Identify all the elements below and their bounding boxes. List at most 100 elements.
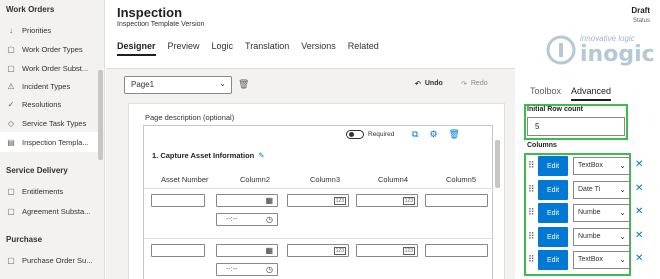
remove-column-icon[interactable]: ✕ — [635, 230, 643, 241]
sidebar-item-entitlements[interactable]: ▢ Entitlements — [0, 181, 100, 201]
text-input[interactable] — [425, 194, 488, 207]
sidebar-item-service-task-types[interactable]: ◇ Service Task Types — [0, 113, 100, 133]
sidebar-group-work-orders: Work Orders — [6, 5, 55, 14]
edit-pencil-icon[interactable]: ✎ — [258, 151, 264, 160]
date-input[interactable]: ▦ — [216, 194, 278, 207]
edit-column-button[interactable]: Edit — [538, 156, 568, 176]
question-actions: ⧉ ⚙ 🗑 — [412, 129, 460, 140]
sidebar-item-inspection-templates[interactable]: ▤ Inspection Templa... — [0, 132, 100, 152]
undo-button[interactable]: ↶ Undo — [415, 80, 443, 88]
chevron-down-icon: ⌄ — [619, 255, 626, 264]
row-divider — [144, 238, 494, 239]
drag-handle-icon[interactable]: ⠿ — [528, 184, 534, 195]
chevron-down-icon: ⌄ — [619, 161, 626, 170]
initial-row-count-input[interactable]: 5 — [527, 117, 625, 136]
undo-icon: ↶ — [415, 81, 421, 88]
number-input[interactable] — [356, 244, 418, 257]
doc-icon: ▢ — [7, 186, 15, 196]
number-input[interactable] — [356, 194, 418, 207]
sitemap-sidebar: Work Orders ↓ Priorities ▢ Work Order Type… — [0, 0, 105, 279]
doc-icon: ▢ — [7, 63, 15, 73]
tab-logic[interactable]: Logic — [212, 41, 234, 56]
tab-advanced[interactable]: Advanced — [571, 86, 612, 101]
column-config-row: ⠿ Edit Numbe ⌄ ✕ — [528, 203, 658, 223]
canvas-scrollbar[interactable] — [495, 140, 500, 188]
question-card[interactable]: Required ⧉ ⚙ 🗑 1. Capture Asset Informat… — [143, 125, 494, 279]
sidebar-item-work-order-types[interactable]: ▢ Work Order Types — [0, 39, 100, 59]
column-config-row: ⠿ Edit TextBox ⌄ ✕ — [528, 250, 658, 270]
edit-column-button[interactable]: Edit — [538, 250, 568, 270]
date-input[interactable]: ▦ — [216, 244, 278, 257]
column-config-row: ⠿ Edit Date Ti ⌄ ✕ — [528, 180, 658, 200]
column-type-select[interactable]: TextBox ⌄ — [573, 157, 630, 175]
clock-icon[interactable]: ◷ — [266, 265, 273, 274]
column-config-row: ⠿ Edit TextBox ⌄ ✕ — [528, 156, 658, 176]
inogic-logo-mark — [546, 35, 576, 65]
sidebar-item-resolutions[interactable]: ✓ Resolutions — [0, 94, 100, 114]
text-input[interactable] — [425, 244, 488, 257]
calendar-icon[interactable]: ▦ — [265, 196, 273, 205]
column-type-select[interactable]: Numbe ⌄ — [573, 228, 630, 246]
column-type-select[interactable]: TextBox ⌄ — [573, 251, 630, 269]
sidebar-scrollbar[interactable] — [98, 70, 103, 160]
tab-toolbox[interactable]: Toolbox — [530, 86, 561, 101]
remove-column-icon[interactable]: ✕ — [635, 183, 643, 194]
column-header-column4: Column4 — [378, 175, 409, 184]
tab-translation[interactable]: Translation — [245, 41, 289, 56]
delete-page-icon[interactable]: 🗑 — [238, 79, 249, 90]
chevron-down-icon: ⌄ — [619, 208, 626, 217]
tab-related[interactable]: Related — [348, 41, 379, 56]
toggle-switch[interactable] — [346, 130, 364, 139]
drag-handle-icon[interactable]: ⠿ — [528, 160, 534, 171]
sidebar-item-agreement-substatuses[interactable]: ▢ Agreement Substa... — [0, 201, 100, 221]
edit-column-button[interactable]: Edit — [538, 227, 568, 247]
sidebar-item-priorities[interactable]: ↓ Priorities — [0, 20, 100, 40]
tab-versions[interactable]: Versions — [301, 41, 336, 56]
column-header-column2: Column2 — [240, 175, 271, 184]
initial-row-count-label: Initial Row count — [527, 106, 583, 113]
clipboard-icon: ▤ — [7, 137, 15, 147]
remove-column-icon[interactable]: ✕ — [635, 206, 643, 217]
designer-canvas: Page1 ⌄ 🗑 ↶Undo ↷Redo ⠿ Page description… — [106, 68, 515, 279]
doc-icon: ▢ — [7, 206, 15, 216]
question-title[interactable]: 1. Capture Asset Information ✎ — [152, 151, 265, 160]
remove-column-icon[interactable]: ✕ — [635, 253, 643, 264]
drag-handle-icon[interactable]: ⠿ — [528, 207, 534, 218]
page-description[interactable]: Page description (optional) — [145, 113, 234, 122]
time-input[interactable]: --:-- ◷ — [216, 263, 278, 276]
column-header-column3: Column3 — [310, 175, 341, 184]
number-input[interactable] — [287, 244, 349, 257]
delete-icon[interactable]: 🗑 — [449, 129, 460, 140]
clock-icon[interactable]: ◷ — [266, 215, 273, 224]
number-input[interactable] — [287, 194, 349, 207]
status-label: Status — [632, 18, 650, 24]
tab-preview[interactable]: Preview — [168, 41, 200, 56]
sidebar-item-purchase-order-substatuses[interactable]: ▢ Purchase Order Su... — [0, 250, 100, 270]
edit-column-button[interactable]: Edit — [538, 180, 568, 200]
drag-handle-icon[interactable]: ⠿ — [528, 231, 534, 242]
calendar-icon[interactable]: ▦ — [265, 246, 273, 255]
sort-icon: ↓ — [9, 25, 13, 35]
time-input[interactable]: --:-- ◷ — [216, 213, 278, 226]
column-config-row: ⠿ Edit Numbe ⌄ ✕ — [528, 227, 658, 247]
redo-button[interactable]: ↷ Redo — [461, 80, 488, 88]
properties-panel: Toolbox Advanced Initial Row count 5 Col… — [520, 74, 660, 279]
warning-icon: ⚠ — [7, 81, 15, 91]
copy-icon[interactable]: ⧉ — [412, 129, 418, 140]
form-tabs: Designer Preview Logic Translation Versi… — [117, 41, 379, 56]
sidebar-group-purchase: Purchase — [6, 235, 43, 244]
page-surface: Page description (optional) Required ⧉ ⚙… — [128, 103, 505, 279]
asset-number-input[interactable] — [151, 194, 205, 207]
asset-number-input[interactable] — [151, 244, 205, 257]
sidebar-item-work-order-substatuses[interactable]: ▢ Work Order Subst... — [0, 58, 100, 78]
drag-handle-icon[interactable]: ⠿ — [528, 254, 534, 265]
sidebar-item-incident-types[interactable]: ⚠ Incident Types — [0, 76, 100, 96]
settings-icon[interactable]: ⚙ — [429, 129, 437, 140]
remove-column-icon[interactable]: ✕ — [635, 159, 643, 170]
column-type-select[interactable]: Numbe ⌄ — [573, 204, 630, 222]
page-dropdown[interactable]: Page1 ⌄ — [124, 76, 232, 94]
required-toggle[interactable]: Required — [346, 130, 394, 139]
edit-column-button[interactable]: Edit — [538, 203, 568, 223]
tab-designer[interactable]: Designer — [117, 41, 156, 56]
column-type-select[interactable]: Date Ti ⌄ — [573, 181, 630, 199]
